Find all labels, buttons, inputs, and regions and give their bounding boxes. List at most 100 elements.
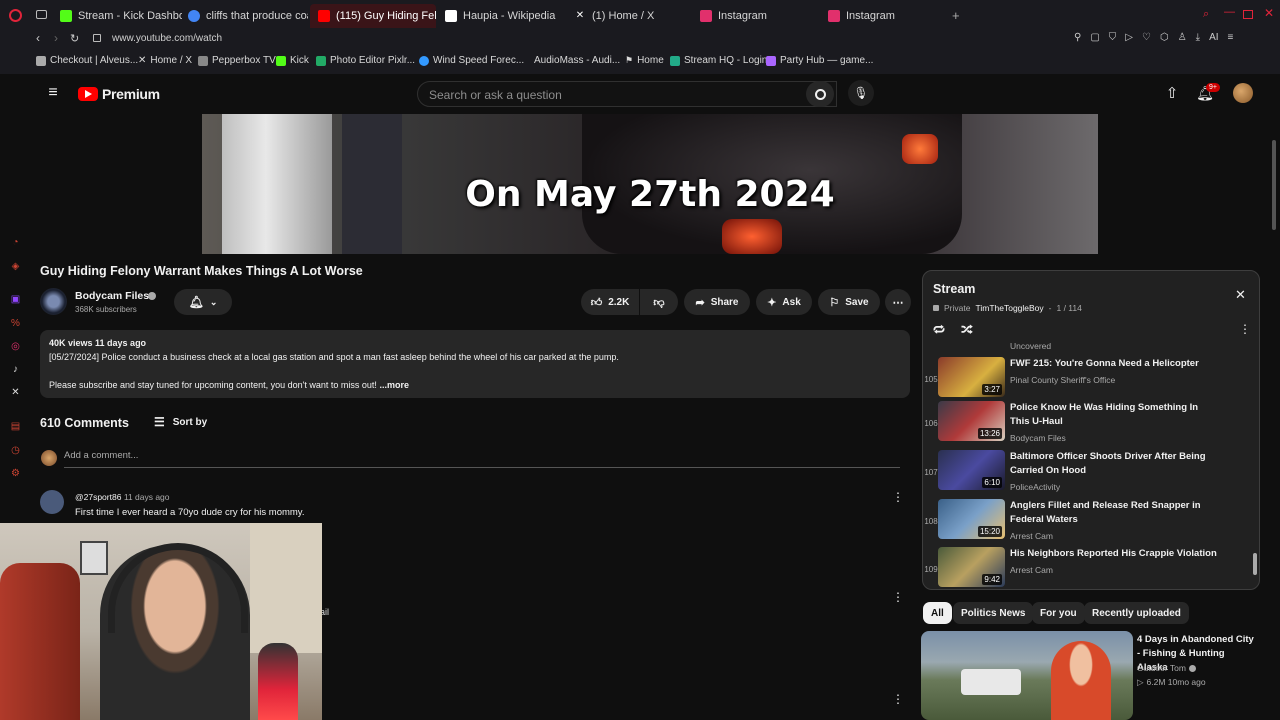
browser-tab[interactable]: ✕ (1) Home / X	[566, 4, 694, 28]
upload-icon[interactable]: ⇧	[1164, 84, 1180, 102]
comment-avatar[interactable]	[40, 490, 64, 514]
playlist-item-index: 106	[924, 419, 938, 428]
sort-by-button[interactable]: ☰ Sort by	[154, 415, 207, 429]
more-link[interactable]: ...more	[379, 380, 409, 390]
video-player[interactable]: On May 27th 2024	[202, 114, 1098, 254]
search-input[interactable]: Search or ask a question	[417, 81, 837, 107]
page-scrollbar[interactable]	[1272, 140, 1276, 230]
opera-logo-icon[interactable]	[9, 9, 22, 22]
comment-menu-icon[interactable]: ⋮	[892, 692, 904, 706]
aria-icon[interactable]: AI	[1209, 32, 1218, 43]
menu-icon[interactable]: ≡	[1228, 32, 1234, 43]
video-thumbnail: 13:26	[938, 401, 1005, 441]
voice-search-icon[interactable]: 🎙︎	[848, 80, 874, 106]
browser-tab[interactable]: Haupia - Wikipedia	[437, 4, 565, 28]
minimize-icon[interactable]: —	[1224, 6, 1235, 18]
more-actions-button[interactable]: ⋯	[885, 289, 911, 315]
search-tabs-icon[interactable]: ⌕	[1203, 8, 1209, 21]
x-sidebar-icon[interactable]: ✕	[10, 387, 21, 398]
heart-icon[interactable]: ♡	[1142, 32, 1151, 43]
chip-recently-uploaded[interactable]: Recently uploaded	[1084, 602, 1189, 624]
save-button[interactable]: ⚐ Save	[818, 289, 880, 315]
shield-icon[interactable]: ⛉	[1109, 32, 1117, 43]
channel-avatar[interactable]	[40, 288, 67, 315]
back-icon[interactable]: ‹	[36, 31, 40, 45]
playlist-item[interactable]: 108 15:20 Anglers Fillet and Release Red…	[923, 499, 1259, 545]
bookmark-item[interactable]: Wind Speed Forec...	[419, 55, 524, 66]
comment-menu-icon[interactable]: ⋮	[892, 490, 904, 504]
playlist-item[interactable]: 107 6:10 Baltimore Officer Shoots Driver…	[923, 450, 1259, 496]
comment-menu-icon[interactable]: ⋮	[892, 590, 904, 604]
search-button[interactable]	[806, 81, 834, 107]
playlist-menu-icon[interactable]: ⋮	[1239, 322, 1251, 336]
tail-light-shape	[902, 134, 938, 164]
bookmark-item[interactable]: Pepperbox TV	[198, 55, 276, 66]
pinboard-sidebar-icon[interactable]: ▤	[10, 421, 21, 432]
chip-for-you[interactable]: For you	[1032, 602, 1085, 624]
loop-icon[interactable]: 🔁︎	[933, 322, 945, 339]
bookmark-item[interactable]: AudioMass - Audi...	[520, 55, 620, 66]
twitch-sidebar-icon[interactable]: ▣	[10, 294, 21, 305]
ask-button[interactable]: ✦ Ask	[756, 289, 812, 315]
bookmark-page-icon[interactable]: ▢	[1090, 32, 1099, 43]
browser-tab-active[interactable]: (115) Guy Hiding Felony W	[310, 4, 436, 28]
description-box[interactable]: 40K views 11 days ago [05/27/2024] Polic…	[40, 330, 910, 398]
url-field[interactable]: www.youtube.com/watch	[112, 33, 222, 44]
playlist-scrollbar[interactable]	[1253, 553, 1257, 575]
account-avatar[interactable]	[1233, 83, 1253, 103]
messenger-sidebar-icon[interactable]: ◈	[10, 261, 21, 272]
channel-name[interactable]: Bodycam Files	[75, 290, 149, 302]
youtube-logo[interactable]: Premium	[78, 86, 160, 102]
browser-tab[interactable]: Stream - Kick Dashboard	[52, 4, 182, 28]
bookmark-item[interactable]: ✕ Home / X	[138, 55, 192, 66]
comment-author[interactable]: @27sport86 11 days ago	[75, 492, 170, 502]
add-comment-input[interactable]: Add a comment...	[64, 450, 900, 468]
dislike-button[interactable]: 👎︎	[640, 289, 678, 315]
share-button[interactable]: ➦ Share	[684, 289, 750, 315]
subscribe-bell-button[interactable]: 🔔︎ ⌄	[174, 289, 232, 315]
reload-icon[interactable]: ↻	[70, 32, 79, 45]
download-icon[interactable]: ⤓	[1196, 32, 1200, 43]
bookmark-item[interactable]: Stream HQ - Login	[670, 55, 767, 66]
browser-tab[interactable]: Instagram	[692, 4, 820, 28]
close-window-icon[interactable]: ✕	[1264, 6, 1274, 20]
headphones-shape	[108, 543, 248, 633]
profile-icon[interactable]: ♙	[1178, 32, 1187, 43]
pin-icon[interactable]: ⚲	[1074, 32, 1081, 43]
chip-politics-news[interactable]: Politics News	[953, 602, 1034, 624]
player-icon[interactable]: ▷	[1125, 32, 1133, 43]
extensions-icon[interactable]: ⬡	[1160, 32, 1169, 43]
settings-sidebar-icon[interactable]: ⚙	[10, 468, 21, 479]
bookmark-favicon	[316, 55, 326, 66]
bookmark-item[interactable]: Party Hub — game...	[766, 55, 873, 66]
bookmark-item[interactable]: Kick	[276, 55, 309, 66]
chip-all[interactable]: All	[923, 602, 952, 624]
tab-overview-icon[interactable]	[36, 10, 47, 19]
bookmark-item[interactable]: ⚑ Home	[625, 55, 664, 66]
bookmark-item[interactable]: Checkout | Alveus...	[36, 55, 138, 66]
shuffle-icon[interactable]: 🔀︎	[961, 322, 973, 339]
instagram-sidebar-icon[interactable]: ◎	[10, 341, 21, 352]
tiktok-sidebar-icon[interactable]: ♪	[10, 364, 21, 375]
playlist-item[interactable]: 105 3:27 FWF 215: You're Gonna Need a He…	[923, 357, 1259, 403]
aria-sidebar-icon[interactable]: ◔	[10, 237, 21, 248]
playlist-item[interactable]: 106 13:26 Police Know He Was Hiding Some…	[923, 401, 1259, 447]
tab-favicon	[60, 10, 72, 22]
microphone-shape	[258, 643, 298, 720]
history-sidebar-icon[interactable]: ◷	[10, 445, 21, 456]
hamburger-menu-icon[interactable]: ≡	[46, 84, 60, 101]
browser-tab[interactable]: cliffs that produce coal nat	[180, 4, 308, 28]
recommended-video[interactable]: 4 Days in Abandoned City - Fishing & Hun…	[921, 631, 1260, 720]
browser-tab[interactable]: Instagram	[820, 4, 948, 28]
maximize-icon[interactable]	[1243, 10, 1253, 19]
bookmark-item[interactable]: Photo Editor Pixlr...	[316, 55, 415, 66]
close-icon[interactable]: ✕	[1235, 287, 1246, 303]
playlist-title[interactable]: Stream	[933, 282, 975, 296]
like-button[interactable]: 👍︎ 2.2K	[581, 289, 639, 315]
new-tab-icon[interactable]: +	[952, 8, 960, 23]
playlist-item[interactable]: 109 9:42 His Neighbors Reported His Crap…	[923, 547, 1259, 589]
forward-icon[interactable]: ›	[54, 31, 58, 45]
bookmark-favicon	[36, 55, 46, 66]
sidebar-icon[interactable]: %	[10, 318, 21, 329]
bookmark-favicon	[766, 55, 776, 66]
